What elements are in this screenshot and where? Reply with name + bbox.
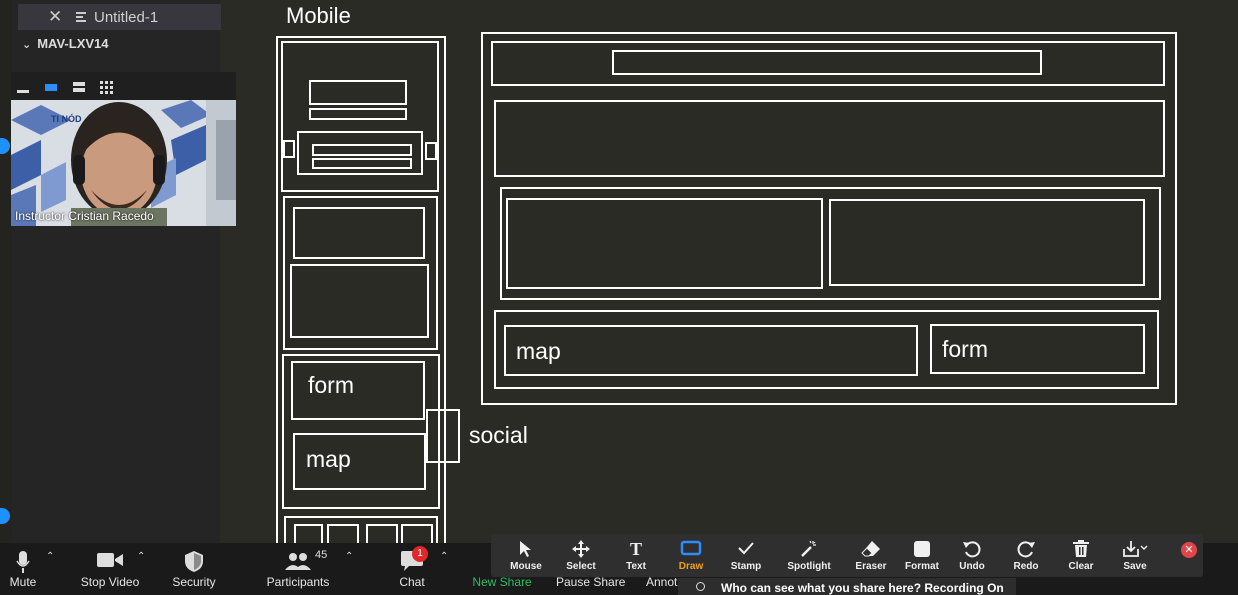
desktop-map-box <box>504 325 918 376</box>
desktop-form-label: form <box>942 336 988 362</box>
select-tool-button[interactable]: Select <box>554 534 608 577</box>
recording-notice-text: Who can see what you share here? Recordi… <box>721 581 1004 595</box>
close-icon[interactable]: ✕ <box>48 7 62 27</box>
participant-count: 45 <box>315 549 328 561</box>
video-window-toolbar <box>11 72 236 100</box>
participant-name: Instructor Cristian Racedo <box>15 209 154 223</box>
mobile-logo-box <box>309 80 407 105</box>
draw-tool-button[interactable]: Draw <box>664 534 718 577</box>
explorer-folder[interactable]: ⌄ MAV-LXV14 <box>22 36 109 51</box>
mobile-carousel-arrow-right <box>425 142 437 160</box>
minimize-icon[interactable] <box>17 81 29 93</box>
redo-button[interactable]: Redo <box>999 534 1053 577</box>
undo-icon <box>963 541 981 558</box>
mouse-tool-button[interactable]: Mouse <box>499 534 553 577</box>
stop-video-button[interactable]: Stop Video <box>76 543 144 595</box>
desktop-content-box <box>829 199 1145 286</box>
undo-button[interactable]: Undo <box>945 534 999 577</box>
recording-notice-bar[interactable]: Who can see what you share here? Recordi… <box>678 578 1016 595</box>
desktop-content-box <box>506 198 823 289</box>
redo-icon <box>1017 541 1035 558</box>
save-button[interactable]: Save <box>1108 534 1162 577</box>
mobile-map-label: map <box>306 446 351 472</box>
desktop-hero-box <box>494 100 1165 177</box>
mute-button[interactable]: Mute <box>0 543 46 595</box>
info-icon <box>696 582 705 591</box>
video-window[interactable]: TI NÓD Instructor Cristian Racedo <box>11 72 236 226</box>
annotation-toolbar: Mouse Select T Text Draw Stamp Spotlight… <box>491 534 1203 577</box>
social-label: social <box>469 422 528 448</box>
security-button[interactable]: Security <box>166 543 222 595</box>
text-icon: T <box>630 540 642 558</box>
chat-options-chevron-icon[interactable]: ⌃ <box>440 551 448 562</box>
mobile-content-box <box>293 207 425 259</box>
participant-video: TI NÓD Instructor Cristian Racedo <box>11 100 236 226</box>
clear-button[interactable]: Clear <box>1054 534 1108 577</box>
spotlight-icon <box>801 540 816 557</box>
save-icon <box>1123 541 1148 557</box>
participants-options-chevron-icon[interactable]: ⌃ <box>345 551 353 562</box>
mobile-subtitle-box <box>309 108 407 120</box>
chevron-down-icon: ⌄ <box>22 38 32 51</box>
spotlight-tool-button[interactable]: Spotlight <box>782 534 836 577</box>
grid-view-icon[interactable] <box>100 81 113 94</box>
video-options-chevron-icon[interactable]: ⌃ <box>137 551 145 562</box>
svg-text:T: T <box>630 540 642 558</box>
video-camera-icon <box>97 553 123 567</box>
eraser-tool-button[interactable]: Eraser <box>844 534 898 577</box>
gallery-rows-icon[interactable] <box>73 81 85 93</box>
text-tool-button[interactable]: T Text <box>609 534 663 577</box>
chat-unread-badge: 1 <box>412 546 428 562</box>
background-logo: TI NÓD <box>51 113 82 124</box>
mobile-carousel-line <box>312 158 412 169</box>
format-icon <box>914 541 930 557</box>
draw-icon <box>680 540 702 556</box>
participants-icon <box>285 553 311 570</box>
speaker-view-icon[interactable] <box>45 81 57 93</box>
stamp-tool-button[interactable]: Stamp <box>719 534 773 577</box>
participant-video-image: TI NÓD <box>11 100 236 226</box>
social-box <box>426 409 460 463</box>
close-annotation-icon[interactable]: ✕ <box>1181 542 1197 558</box>
checkmark-icon <box>738 542 754 555</box>
mobile-carousel-arrow-left <box>283 140 295 158</box>
mute-options-chevron-icon[interactable]: ⌃ <box>46 551 54 562</box>
folder-label: MAV-LXV14 <box>37 36 109 51</box>
editor-tab[interactable]: ✕ Untitled-1 <box>18 4 221 30</box>
cursor-icon <box>520 541 531 557</box>
format-tool-button[interactable]: Format <box>895 534 949 577</box>
mobile-heading: Mobile <box>286 3 351 28</box>
move-icon <box>572 540 590 558</box>
desktop-nav-box <box>612 50 1042 75</box>
tab-label: Untitled-1 <box>94 9 159 26</box>
microphone-icon <box>16 551 30 573</box>
mobile-content-box <box>290 264 429 338</box>
eraser-icon <box>861 541 880 557</box>
trash-icon <box>1073 540 1089 557</box>
mobile-form-label: form <box>308 372 354 398</box>
document-icon <box>76 12 86 22</box>
mobile-carousel-line <box>312 144 412 156</box>
shield-icon <box>185 551 203 572</box>
desktop-map-label: map <box>516 338 561 364</box>
